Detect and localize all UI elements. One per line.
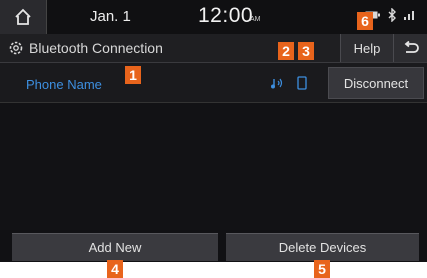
back-button[interactable] [393, 34, 427, 62]
gear-icon [9, 41, 23, 55]
help-button[interactable]: Help [340, 34, 393, 62]
disconnect-button[interactable]: Disconnect [328, 67, 424, 99]
callout-6: 6 [357, 12, 373, 30]
page-title: Bluetooth Connection [29, 40, 163, 56]
bluetooth-status-icon [388, 8, 396, 22]
callout-1: 1 [125, 66, 141, 84]
back-icon [404, 41, 419, 53]
ampm-indicator: AM [250, 16, 261, 23]
title-bar: Bluetooth Connection Help [0, 34, 427, 63]
callout-4: 4 [107, 260, 123, 278]
home-icon [15, 8, 31, 25]
delete-devices-button[interactable]: Delete Devices [226, 233, 419, 261]
callout-3: 3 [298, 42, 314, 60]
time-display: 12:00 [198, 4, 254, 27]
device-list-item[interactable]: Phone Name Disconnect [0, 63, 427, 103]
phone-icon [297, 76, 307, 90]
device-name: Phone Name [26, 77, 102, 92]
head-unit-screen: Jan. 1 12:00 AM Bluetooth Connection Hel… [0, 0, 427, 262]
date-display: Jan. 1 [90, 8, 131, 25]
callout-5: 5 [314, 260, 330, 278]
signal-icon [404, 11, 414, 20]
home-button[interactable] [0, 0, 47, 34]
bluetooth-audio-icon [271, 78, 283, 89]
callout-2: 2 [278, 42, 294, 60]
device-list-empty-area [0, 103, 427, 230]
add-new-button[interactable]: Add New [12, 233, 218, 261]
